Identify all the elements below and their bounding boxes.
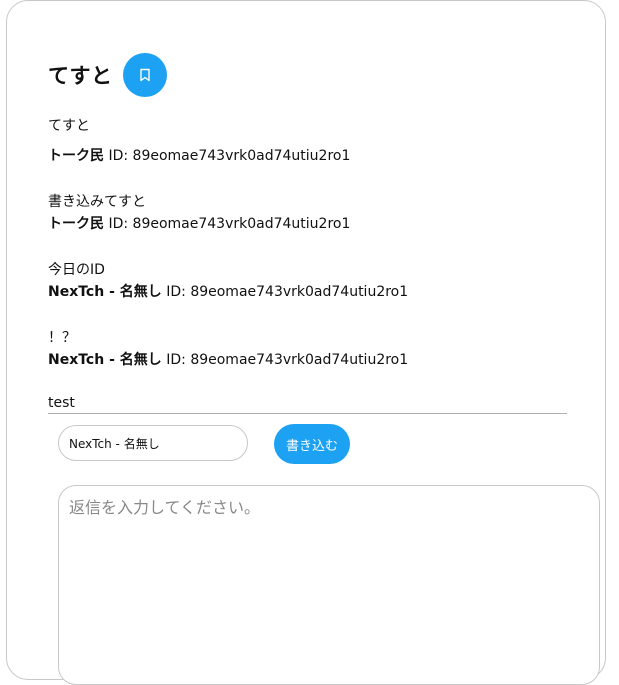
post-body: test: [48, 395, 75, 411]
thread-description: てすと: [48, 118, 90, 134]
bookmark-button[interactable]: [122, 53, 167, 97]
submit-button[interactable]: 書き込む: [274, 424, 350, 464]
post-id: 89eomae743vrk0ad74utiu2ro1: [132, 216, 351, 232]
post-id-label: ID:: [108, 216, 129, 232]
post-body: 書き込みてすと: [48, 194, 146, 210]
post-author: トーク民: [48, 216, 104, 232]
post-author: NexTch - 名無し: [48, 284, 162, 300]
post-item: ！？ NexTch - 名無し ID: 89eomae743vrk0ad74ut…: [48, 327, 408, 371]
post-item: トーク民 ID: 89eomae743vrk0ad74utiu2ro1: [48, 145, 350, 167]
post-author: トーク民: [48, 148, 104, 164]
post-meta: トーク民 ID: 89eomae743vrk0ad74utiu2ro1: [48, 145, 350, 167]
post-author: NexTch - 名無し: [48, 352, 162, 368]
post-id: 89eomae743vrk0ad74utiu2ro1: [132, 148, 351, 164]
post-id-label: ID:: [108, 148, 129, 164]
post-body: ！？: [48, 330, 76, 346]
title-row: てすと: [48, 53, 167, 97]
post-id: 89eomae743vrk0ad74utiu2ro1: [190, 284, 409, 300]
post-body: 今日のID: [48, 262, 105, 278]
post-id-label: ID:: [166, 352, 186, 368]
thread-card: てすと てすと トーク民 ID: 89eomae743vrk0ad74utiu2…: [6, 0, 606, 685]
post-id-label: ID:: [166, 284, 186, 300]
thread-title: てすと: [48, 64, 113, 88]
reply-input[interactable]: [58, 485, 600, 685]
post-meta: NexTch - 名無し ID: 89eomae743vrk0ad74utiu2…: [48, 349, 408, 371]
post-item: 書き込みてすと トーク民 ID: 89eomae743vrk0ad74utiu2…: [48, 191, 350, 235]
post-item: 今日のID NexTch - 名無し ID: 89eomae743vrk0ad7…: [48, 259, 408, 303]
post-id: 89eomae743vrk0ad74utiu2ro1: [190, 352, 409, 368]
post-item: test: [48, 393, 567, 414]
bookmark-icon: [139, 68, 150, 82]
post-meta: NexTch - 名無し ID: 89eomae743vrk0ad74utiu2…: [48, 281, 408, 303]
name-input[interactable]: [58, 425, 248, 461]
post-meta: トーク民 ID: 89eomae743vrk0ad74utiu2ro1: [48, 213, 350, 235]
